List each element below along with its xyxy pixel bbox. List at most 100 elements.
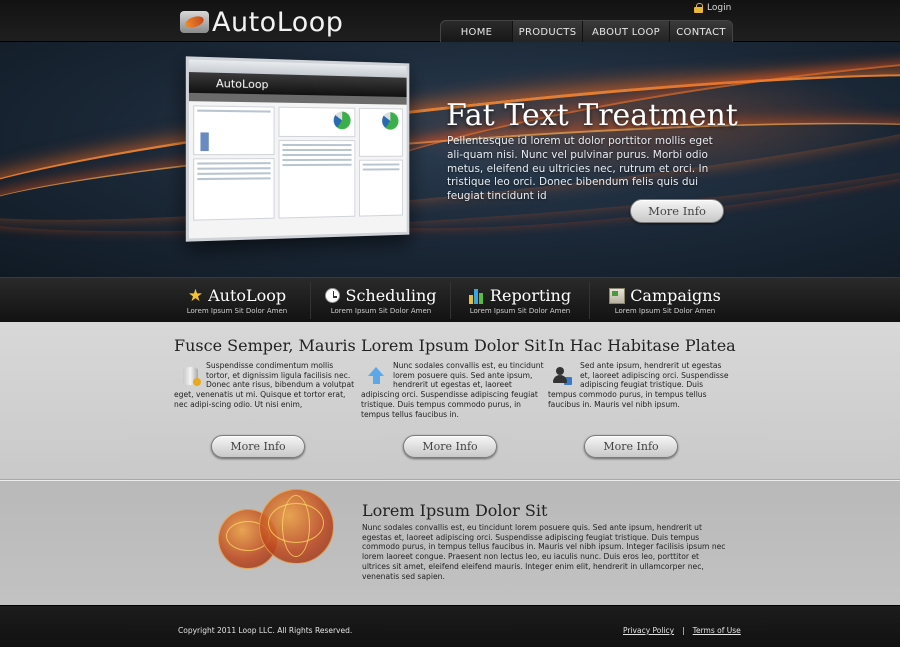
feature-reporting[interactable]: Reporting Lorem Ipsum Sit Dolor Amen — [455, 278, 585, 323]
feature-divider — [589, 282, 590, 319]
hero-banner: AutoLoop Fat Text Treatment Pellentesque… — [0, 42, 900, 277]
content-column: Lorem Ipsum Dolor Sit Nunc sodales conva… — [361, 336, 545, 419]
footer-links: Privacy Policy | Terms of Use — [623, 626, 741, 635]
feature-heading: Campaigns — [609, 286, 721, 305]
screenshot-triggers-panel — [193, 105, 274, 155]
clock-icon — [325, 288, 340, 303]
column-text: Suspendisse condimentum mollis tortor, e… — [174, 361, 354, 409]
nav-home[interactable]: HOME — [441, 21, 513, 43]
bar-chart-icon-bar — [469, 295, 473, 304]
feature-subtitle: Lorem Ipsum Sit Dolor Amen — [187, 307, 287, 315]
feature-campaigns[interactable]: Campaigns Lorem Ipsum Sit Dolor Amen — [600, 278, 730, 323]
terms-of-use-link[interactable]: Terms of Use — [693, 626, 741, 635]
column-more-info-button[interactable]: More Info — [403, 435, 497, 458]
bar-chart-icon — [469, 288, 485, 304]
screenshot-line — [282, 159, 351, 161]
login-label: Login — [707, 3, 731, 13]
footer-separator: | — [682, 626, 685, 635]
feature-title: Scheduling — [345, 286, 436, 305]
screenshot-column — [193, 105, 274, 220]
column-title: In Hac Habitase Platea — [548, 336, 732, 355]
main-nav: HOME PRODUCTS ABOUT LOOP CONTACT — [440, 20, 733, 43]
column-body: Sed ante ipsum, hendrerit ut egestas et,… — [548, 361, 732, 410]
feature-heading: Reporting — [469, 286, 571, 305]
lower-text: Nunc sodales convallis est, eu tincidunt… — [362, 523, 727, 581]
product-screenshot: AutoLoop — [186, 56, 410, 241]
autoloop-logo[interactable]: AutoLoop — [180, 9, 343, 35]
screenshot-line — [197, 162, 270, 164]
feature-title: AutoLoop — [208, 286, 286, 305]
content-column: In Hac Habitase Platea Sed ante ipsum, h… — [548, 336, 732, 410]
column-body: Suspendisse condimentum mollis tortor, e… — [174, 361, 358, 410]
lower-section: Lorem Ipsum Dolor Sit Nunc sodales conva… — [0, 480, 900, 605]
login-link[interactable]: Login — [694, 3, 731, 13]
screenshot-pie — [382, 112, 398, 130]
column-more-info-button[interactable]: More Info — [211, 435, 305, 458]
ornament-pattern — [282, 495, 310, 557]
column-body: Nunc sodales convallis est, eu tincidunt… — [361, 361, 545, 419]
copyright-text: Copyright 2011 Loop LLC. All Rights Rese… — [178, 626, 352, 635]
hero-text: Pellentesque id lorem ut dolor porttitor… — [447, 135, 727, 204]
bar-chart-icon-bar — [474, 289, 478, 304]
feature-subtitle: Lorem Ipsum Sit Dolor Amen — [615, 307, 715, 315]
database-icon — [178, 363, 200, 385]
feature-bar: ★ AutoLoop Lorem Ipsum Sit Dolor Amen Sc… — [0, 277, 900, 322]
feature-title: Reporting — [490, 286, 571, 305]
site-header: AutoLoop Login HOME PRODUCTS ABOUT LOOP … — [0, 0, 900, 42]
user-icon-shape — [552, 367, 570, 385]
column-text: Nunc sodales convallis est, eu tincidunt… — [361, 361, 544, 419]
screenshot-dashboard — [189, 101, 407, 225]
campaign-icon — [609, 288, 625, 304]
column-title: Fusce Semper, Mauris — [174, 336, 358, 355]
screenshot-line — [197, 172, 270, 175]
lock-icon — [694, 3, 703, 13]
screenshot-list-panel — [279, 140, 356, 219]
user-icon-badge — [564, 377, 572, 385]
user-icon — [552, 363, 574, 385]
screenshot-pie — [334, 111, 351, 129]
screenshot-line — [282, 154, 351, 156]
upload-arrow-icon — [365, 363, 387, 385]
screenshot-email-panel — [359, 160, 403, 217]
screenshot-column — [359, 108, 403, 217]
screenshot-line — [363, 163, 400, 165]
privacy-policy-link[interactable]: Privacy Policy — [623, 626, 674, 635]
content-column: Fusce Semper, Mauris Suspendisse condime… — [174, 336, 358, 410]
content-section: Fusce Semper, Mauris Suspendisse condime… — [0, 322, 900, 480]
feature-scheduling[interactable]: Scheduling Lorem Ipsum Sit Dolor Amen — [316, 278, 446, 323]
logo-mark-icon — [180, 11, 209, 33]
feature-title: Campaigns — [630, 286, 721, 305]
nav-products[interactable]: PRODUCTS — [513, 21, 583, 43]
upload-arrow-icon-shape — [368, 367, 384, 376]
screenshot-service-panel — [359, 108, 403, 157]
screenshot-line — [282, 144, 351, 146]
nav-contact[interactable]: CONTACT — [670, 21, 732, 43]
hero-title: Fat Text Treatment — [446, 98, 738, 133]
screenshot-campaign-panel — [279, 107, 356, 138]
feature-autoloop[interactable]: ★ AutoLoop Lorem Ipsum Sit Dolor Amen — [172, 278, 302, 323]
column-title: Lorem Ipsum Dolor Sit — [361, 336, 545, 355]
screenshot-column — [279, 107, 356, 219]
screenshot-line — [282, 149, 351, 151]
nav-about-loop[interactable]: ABOUT LOOP — [583, 21, 670, 43]
screenshot-line — [282, 164, 351, 166]
site-footer: Copyright 2011 Loop LLC. All Rights Rese… — [0, 605, 900, 647]
lower-title: Lorem Ipsum Dolor Sit — [362, 501, 547, 520]
screenshot-line — [197, 177, 270, 180]
screenshot-line — [197, 167, 270, 170]
feature-heading: ★ AutoLoop — [188, 286, 286, 305]
feature-divider — [450, 282, 451, 319]
screenshot-bar — [200, 132, 208, 151]
feature-divider — [310, 282, 311, 319]
hero-more-info-button[interactable]: More Info — [630, 199, 724, 223]
database-icon-shape — [183, 367, 198, 385]
column-text: Sed ante ipsum, hendrerit ut egestas et,… — [548, 361, 729, 409]
screenshot-line — [363, 168, 400, 170]
feature-heading: Scheduling — [325, 286, 436, 305]
screenshot-logo: AutoLoop — [216, 77, 269, 91]
logo-text: AutoLoop — [212, 7, 343, 38]
screenshot-table-panel — [193, 158, 274, 221]
star-icon: ★ — [188, 288, 203, 304]
column-more-info-button[interactable]: More Info — [584, 435, 678, 458]
bar-chart-icon-bar — [479, 293, 483, 304]
